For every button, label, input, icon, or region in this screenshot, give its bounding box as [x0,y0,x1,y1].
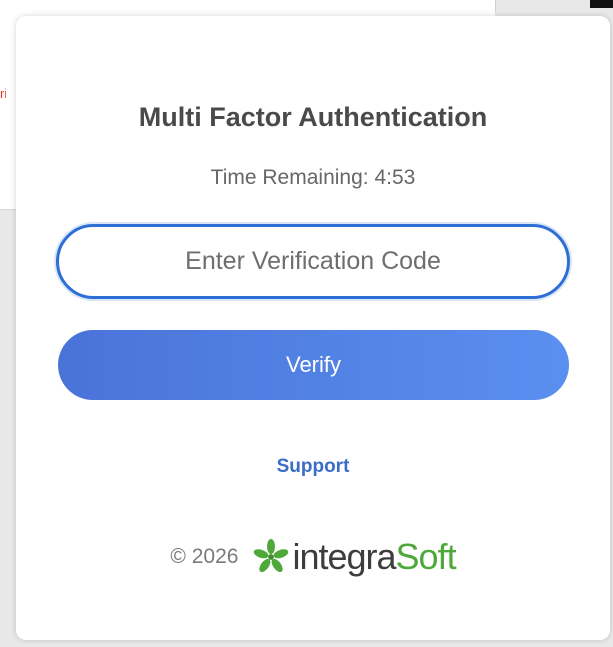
background-text-fragment: ri [0,86,6,101]
logo-wordmark-part2: Soft [395,536,457,577]
verification-code-input[interactable] [56,224,570,299]
copyright-text: © 2026 [170,545,239,568]
logo-wordmark: integraSoft [292,536,457,578]
page-title: Multi Factor Authentication [138,102,488,132]
background-dark-bar [590,0,613,8]
background-divider [495,0,496,12]
logo-wordmark-part1: integra [292,536,396,577]
mfa-dialog: Multi Factor Authentication Time Remaini… [16,16,610,640]
footer: © 2026 integraSoft [16,536,610,578]
integrasoft-logo: integraSoft [252,536,457,578]
support-link[interactable]: Support [16,456,610,478]
time-remaining-text: Time Remaining: 4:53 [210,166,416,189]
leaf-flower-icon [254,538,289,573]
verify-button[interactable]: Verify [58,330,569,400]
